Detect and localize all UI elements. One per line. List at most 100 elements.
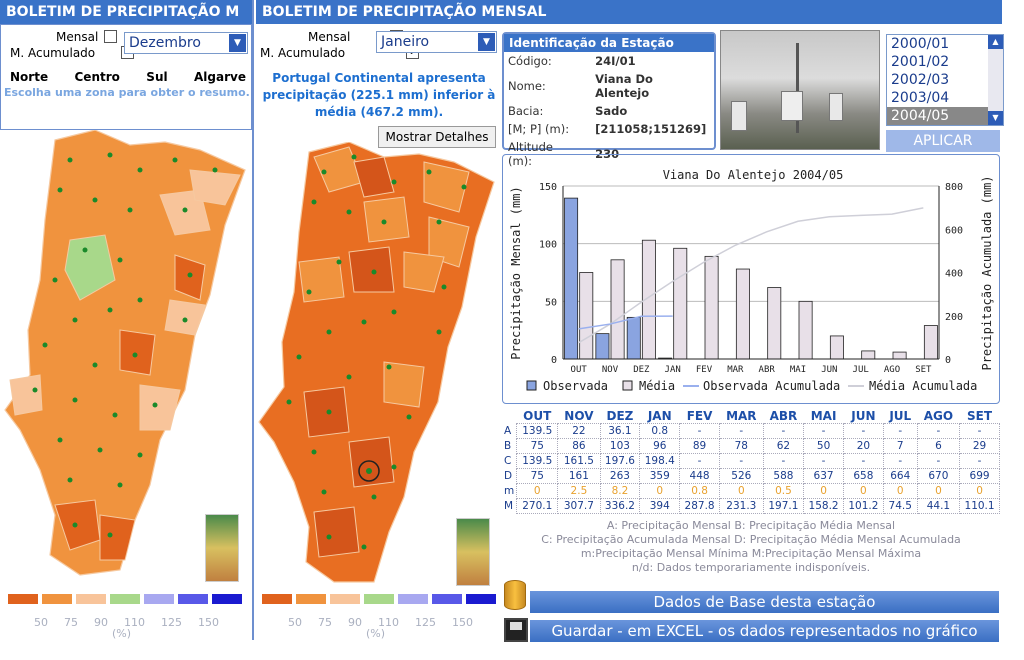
base-data-button[interactable]: Dados de Base desta estação [530, 591, 999, 613]
table-cell: 637 [803, 468, 844, 484]
table-cell: 670 [916, 468, 961, 484]
table-cell: 307.7 [557, 498, 601, 514]
zone-algarve[interactable]: Algarve [194, 70, 246, 84]
year-item[interactable]: 2003/04 [887, 89, 1003, 107]
table-cell: 0 [916, 483, 961, 499]
left-month-value: Dezembro [129, 35, 201, 51]
left-minimap-icon [205, 514, 239, 582]
table-cell: 526 [718, 468, 764, 484]
legend-media: Média [639, 379, 675, 393]
scale-label: 90 [348, 616, 362, 629]
table-row-label: m [504, 485, 515, 497]
bar-observada [595, 333, 610, 360]
left-scale-labels: 50 75 90 110 125 150 [34, 616, 234, 629]
table-header-row: OUT NOV DEZ JAN FEV MAR ABR MAI JUN JUL AGO SET [502, 409, 1000, 424]
table-row-label: C [504, 455, 512, 467]
table-month-header: DEZ [606, 409, 634, 423]
photo-instrument [731, 101, 747, 131]
year-scrollbar[interactable]: ▲ ▼ [988, 35, 1003, 125]
table-corner [502, 409, 517, 424]
table-cell: 448 [679, 468, 720, 484]
scale-label: 50 [34, 616, 48, 629]
scale-swatch [330, 594, 360, 604]
table-cell: 0 [882, 483, 918, 499]
mid-panel-title: BOLETIM DE PRECIPITAÇÃO MENSAL [256, 0, 1002, 24]
table-cell: 6 [916, 438, 961, 454]
table-cell: 101.2 [842, 498, 884, 514]
left-month-select[interactable]: Dezembro ▼ [124, 32, 248, 54]
bar-observada [626, 316, 641, 360]
table-cell: 7 [882, 438, 918, 454]
table-month-header: ABR [769, 409, 798, 423]
chart-y2label: Precipitação Acumulada (mm) [980, 175, 994, 370]
scale-label: 90 [94, 616, 108, 629]
table-row: M 270.1 307.7 336.2 394 287.8 231.3 197.1 158.2 1… [502, 498, 1000, 514]
scale-label: 125 [161, 616, 182, 629]
table-month-header: OUT [523, 409, 552, 423]
table-cell: 0.8 [679, 483, 720, 499]
table-cell: 36.1 [599, 423, 641, 439]
table-cell: 270.1 [516, 498, 559, 514]
table-cell: - [762, 453, 805, 469]
x-tick-label: OUT [571, 365, 588, 375]
scale-swatch [432, 594, 462, 604]
table-cell: 359 [639, 468, 681, 484]
table-cell: 86 [557, 438, 601, 454]
year-list[interactable]: 2000/01 2001/02 2002/03 2003/04 2004/05 … [886, 34, 1004, 126]
x-tick-label: JUL [853, 365, 869, 375]
apply-button[interactable]: APLICAR [886, 130, 1000, 152]
y-tick-label: 50 [545, 297, 557, 308]
floppy-save-icon [504, 618, 528, 642]
zone-norte[interactable]: Norte [10, 70, 48, 84]
table-cell: 0 [842, 483, 884, 499]
zone-tabs: Norte Centro Sul Algarve [10, 70, 246, 84]
chevron-down-icon[interactable]: ▼ [229, 34, 246, 52]
left-mensal-checkbox[interactable] [104, 30, 117, 43]
year-item[interactable]: 2002/03 [887, 71, 1003, 89]
table-cell: 394 [639, 498, 681, 514]
y-tick-label: 150 [539, 182, 557, 193]
zone-sul[interactable]: Sul [146, 70, 167, 84]
year-item-selected[interactable]: 2004/05 [887, 107, 1003, 125]
note-line: m:Precipitação Mensal Mínima M:Precipita… [580, 547, 922, 560]
table-cell: 287.8 [679, 498, 720, 514]
mid-mensal-label: Mensal [308, 30, 351, 44]
table-month-header: JUL [889, 409, 912, 423]
table-row-label: M [504, 500, 514, 512]
y2-tick-label: 0 [945, 355, 951, 366]
legend-obs-acum: Observada Acumulada [703, 379, 840, 393]
mid-month-value: Janeiro [381, 34, 430, 50]
table-cell: 664 [882, 468, 918, 484]
scale-swatch [178, 594, 208, 604]
scroll-down-icon[interactable]: ▼ [988, 111, 1003, 125]
precipitation-chart: Viana Do Alentejo 2004/05 Precipitação M… [509, 168, 994, 393]
mid-month-select[interactable]: Janeiro ▼ [376, 31, 497, 53]
x-tick-label: JUN [821, 365, 837, 375]
legend-media-acum: Média Acumulada [869, 379, 977, 393]
scale-label: 125 [415, 616, 436, 629]
bar-media [798, 300, 813, 360]
zone-centro[interactable]: Centro [75, 70, 120, 84]
table-cell: - [842, 423, 884, 439]
chevron-down-icon[interactable]: ▼ [478, 33, 495, 51]
table-cell: - [679, 423, 720, 439]
scale-swatch [398, 594, 428, 604]
station-info-header: Identificação da Estação [504, 34, 714, 52]
scroll-up-icon[interactable]: ▲ [988, 35, 1003, 49]
scale-swatch [364, 594, 394, 604]
table-cell: 0 [803, 483, 844, 499]
mid-minimap-icon [456, 518, 490, 586]
left-acumulado-label: M. Acumulado [10, 46, 96, 60]
station-key: Nome: [508, 79, 546, 93]
table-cell: 50 [803, 438, 844, 454]
table-cell: 699 [959, 468, 1000, 484]
table-month-header: JUN [851, 409, 876, 423]
year-item[interactable]: 2000/01 [887, 35, 1003, 53]
national-summary: Portugal Continental apresenta precipita… [262, 71, 496, 119]
table-month-header: AGO [923, 409, 954, 423]
scale-swatch [110, 594, 140, 604]
scale-swatch [262, 594, 292, 604]
year-item[interactable]: 2001/02 [887, 53, 1003, 71]
excel-export-button[interactable]: Guardar - em EXCEL - os dados representa… [530, 620, 999, 642]
station-basin: Sado [595, 104, 628, 118]
